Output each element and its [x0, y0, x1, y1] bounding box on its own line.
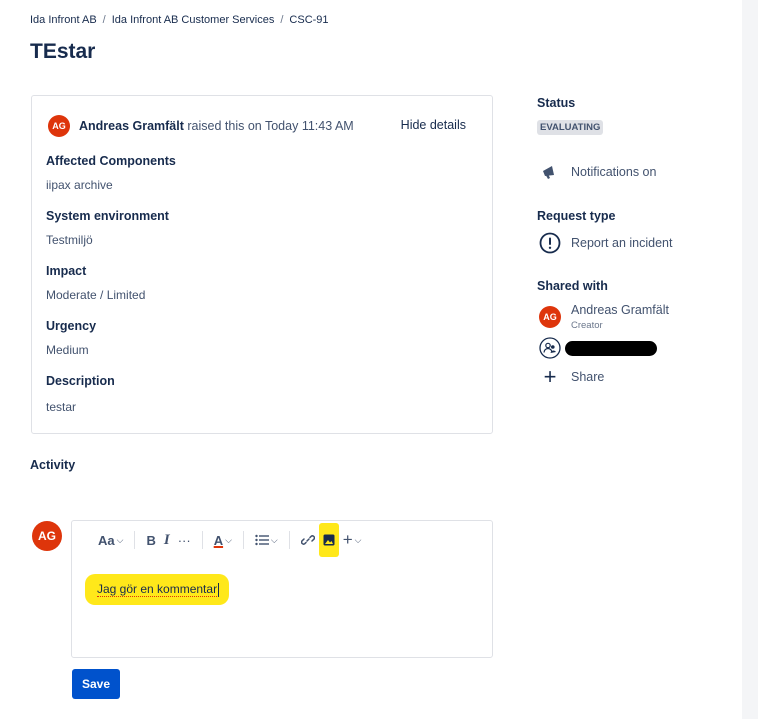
toolbar-divider	[201, 531, 203, 549]
italic-button[interactable]: I	[160, 528, 174, 552]
link-button[interactable]	[297, 528, 319, 552]
request-type-label: Request type	[537, 209, 616, 223]
redacted-name	[565, 340, 657, 356]
toolbar-divider	[134, 531, 136, 549]
hide-details-link[interactable]: Hide details	[401, 118, 466, 132]
request-type-row: Report an incident	[539, 232, 672, 254]
raised-timestamp: raised this on Today 11:43 AM	[187, 119, 354, 133]
text-caret	[218, 582, 220, 597]
reporter-name: Andreas Gramfält	[79, 119, 184, 133]
reporter-avatar[interactable]: AG	[48, 115, 70, 137]
field-affected-components: Affected Components iipax archive	[46, 154, 176, 192]
field-value: iipax archive	[46, 178, 113, 192]
breadcrumb-item-portal[interactable]: Ida Infront AB Customer Services	[112, 14, 275, 26]
share-button[interactable]: + Share	[539, 364, 605, 389]
text-style-label: Aa	[98, 532, 115, 548]
chevron-down-icon: ⌵	[116, 534, 124, 545]
page-title: TEstar	[30, 40, 96, 63]
comment-editor[interactable]: Aa ⌵ B I ··· A ⌵ ⌵ + ⌵ Jag gör en kommen…	[71, 520, 493, 658]
activity-heading: Activity	[30, 458, 76, 472]
breadcrumb-item-org[interactable]: Ida Infront AB	[30, 14, 97, 26]
text-color-icon: A	[213, 532, 224, 548]
more-formatting-button[interactable]: ···	[174, 528, 195, 552]
field-value: Testmiljö	[46, 233, 93, 247]
field-urgency: Urgency Medium	[46, 319, 96, 357]
plus-icon: +	[342, 530, 353, 549]
shared-user-avatar[interactable]: AG	[539, 306, 561, 328]
insert-more-dropdown[interactable]: + ⌵	[339, 528, 366, 552]
list-dropdown[interactable]: ⌵	[251, 528, 282, 552]
shared-with-label: Shared with	[537, 279, 608, 293]
notifications-toggle[interactable]: Notifications on	[539, 161, 656, 183]
field-description: Description testar	[46, 374, 115, 414]
text-style-dropdown[interactable]: Aa ⌵	[94, 528, 127, 552]
request-details-panel: AG Andreas Gramfält raised this on Today…	[31, 95, 493, 434]
breadcrumb-item-issue[interactable]: CSC-91	[289, 14, 328, 26]
field-value: Moderate / Limited	[46, 288, 146, 302]
italic-icon: I	[163, 531, 170, 548]
more-icon: ···	[177, 532, 191, 548]
bold-icon: B	[146, 532, 156, 548]
shared-organization-row	[539, 337, 657, 359]
breadcrumb-separator: /	[102, 14, 106, 26]
request-page: Ida Infront AB / Ida Infront AB Customer…	[0, 0, 742, 719]
insert-image-button[interactable]	[318, 523, 339, 557]
field-label: Impact	[46, 264, 87, 278]
comment-text-area[interactable]: Jag gör en kommentar	[85, 574, 230, 605]
toolbar-divider	[288, 531, 290, 549]
megaphone-icon	[539, 161, 561, 183]
field-label: Urgency	[46, 319, 97, 333]
field-label: System environment	[46, 209, 169, 223]
field-label: Description	[46, 374, 115, 388]
shared-user-name: Andreas Gramfält	[571, 303, 669, 317]
field-label: Affected Components	[46, 154, 176, 168]
comment-text: Jag gör en kommentar	[97, 582, 218, 597]
toolbar-divider	[242, 531, 244, 549]
notifications-label: Notifications on	[571, 165, 657, 179]
chevron-down-icon: ⌵	[270, 534, 278, 545]
bullet-list-icon	[255, 534, 269, 546]
link-icon	[300, 535, 315, 545]
field-impact: Impact Moderate / Limited	[46, 264, 145, 302]
chevron-down-icon: ⌵	[225, 534, 232, 545]
people-icon	[539, 337, 561, 359]
breadcrumb: Ida Infront AB / Ida Infront AB Customer…	[30, 14, 329, 26]
text-color-dropdown[interactable]: A ⌵	[210, 528, 236, 552]
request-type-value: Report an incident	[571, 236, 673, 250]
field-value: testar	[46, 400, 77, 414]
shared-user-role: Creator	[571, 320, 603, 331]
bold-button[interactable]: B	[142, 528, 159, 552]
breadcrumb-separator: /	[280, 14, 284, 26]
status-badge: EVALUATING	[537, 120, 604, 135]
plus-icon: +	[543, 364, 557, 389]
save-button[interactable]: Save	[72, 669, 120, 699]
editor-toolbar: Aa ⌵ B I ··· A ⌵ ⌵ + ⌵	[72, 521, 492, 559]
field-system-environment: System environment Testmiljö	[46, 209, 169, 247]
alert-circle-icon	[539, 232, 561, 254]
shared-user-row: AG Andreas Gramfält Creator	[539, 303, 669, 331]
chevron-down-icon: ⌵	[354, 534, 362, 545]
status-label: Status	[537, 96, 576, 110]
reporter-row: AG Andreas Gramfält raised this on Today…	[48, 115, 354, 137]
image-icon	[323, 534, 335, 546]
share-label: Share	[571, 370, 605, 384]
field-value: Medium	[46, 343, 89, 357]
commenter-avatar: AG	[32, 521, 62, 551]
